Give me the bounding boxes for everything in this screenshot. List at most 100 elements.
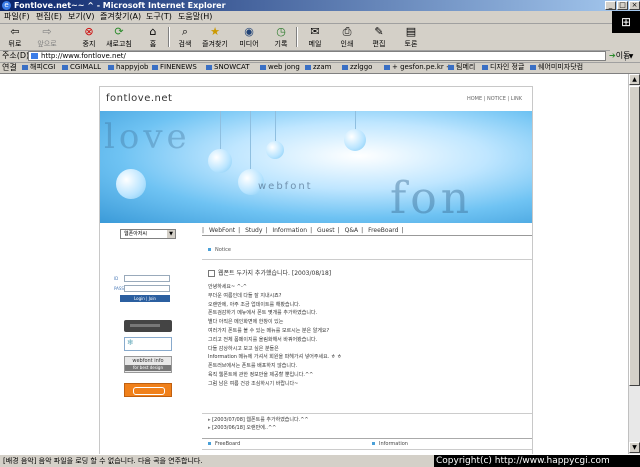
link-item[interactable]: 팀메리 xyxy=(448,62,475,73)
bulb-icon xyxy=(344,129,366,151)
nav-information[interactable]: Information xyxy=(272,227,307,234)
title-bar: e Fontlove.net~~ ^ - Microsoft Internet … xyxy=(0,0,640,11)
notice-list: [2003/07/08] 웹폰트를 추가하였습니다.^^ [2003/06/18… xyxy=(208,416,309,432)
gray-banner[interactable] xyxy=(124,320,172,332)
banner-text-fon: fon xyxy=(390,173,474,223)
site-logo[interactable]: fontlove.net xyxy=(106,93,172,104)
site-frame: fontlove.net HOME | NOTICE | LINK love w… xyxy=(99,86,533,454)
post-title[interactable]: 웹폰트 두가지 추가했습니다. [2003/08/18] xyxy=(208,268,528,277)
freeboard-header[interactable]: FreeBoard xyxy=(208,441,240,447)
chevron-down-icon: ▼ xyxy=(167,230,175,238)
list-item[interactable]: [2003/07/08] 웹폰트를 추가하였습니다.^^ xyxy=(208,416,308,424)
link-item[interactable]: SNOWCAT xyxy=(206,62,250,73)
menu-view[interactable]: 보기(V) xyxy=(68,12,94,22)
information-header[interactable]: Information xyxy=(372,441,408,447)
menu-favorites[interactable]: 즐겨찾기(A) xyxy=(100,12,141,22)
login-pass-input[interactable] xyxy=(124,285,170,292)
notice-header[interactable]: Notice xyxy=(208,247,231,253)
post-line: 그리고 전체 폼페이지를 올림화해서 바꿔어봤습니다. xyxy=(208,336,318,343)
link-item[interactable]: web jong xyxy=(260,62,300,73)
nav-study[interactable]: Study xyxy=(245,227,262,234)
site-select[interactable]: 웹폰아저씨 ▼ xyxy=(120,229,176,239)
link-item[interactable]: + gesfon.pe.kr + xyxy=(384,62,452,73)
post-line: 오랜만에, 아주 조금 업데이트를 해봤습니다. xyxy=(208,301,301,308)
login-pass-label: PASS xyxy=(114,286,124,291)
history-icon: ◷ xyxy=(276,25,286,38)
favorites-button[interactable]: ★ 즐겨찾기 xyxy=(202,25,228,48)
menu-edit[interactable]: 편집(E) xyxy=(36,12,62,22)
link-item[interactable]: zzam xyxy=(305,62,331,73)
page-icon xyxy=(31,53,38,59)
link-item[interactable]: 디자인 정글 xyxy=(482,62,524,73)
back-button[interactable]: ⇦ 뒤로 xyxy=(2,25,28,48)
nav-qna[interactable]: Q&A xyxy=(345,227,359,234)
link-item[interactable]: zzlggo xyxy=(342,62,372,73)
menu-tools[interactable]: 도구(T) xyxy=(146,12,172,22)
menu-bar: 파일(F) 편집(E) 보기(V) 즐겨찾기(A) 도구(T) 도움말(H) xyxy=(0,11,640,24)
scroll-thumb[interactable] xyxy=(629,86,640,386)
go-arrow-icon: ➔ xyxy=(609,51,616,60)
notice-post: 웹폰트 두가지 추가했습니다. [2003/08/18] 안녕하세요~ ^-^ … xyxy=(208,268,528,389)
menu-file[interactable]: 파일(F) xyxy=(4,12,30,22)
minimize-button[interactable]: _ xyxy=(605,1,616,10)
page-content: fontlove.net HOME | NOTICE | LINK love w… xyxy=(0,74,628,454)
post-line: 별다 아직은 메인화면에 한창이 있는 xyxy=(208,319,284,326)
scroll-up-icon[interactable]: ▲ xyxy=(629,74,640,85)
search-button[interactable]: ⌕ 검색 xyxy=(172,25,198,48)
search-icon: ⌕ xyxy=(181,25,189,38)
top-links[interactable]: HOME | NOTICE | LINK xyxy=(467,96,522,102)
site-nav: | WebFont | Study | Information | Guest | Q&… xyxy=(202,227,404,234)
post-line: 그럼 남은 여름 건강 조심하시기 바랍니다~ xyxy=(208,380,299,387)
orange-banner[interactable] xyxy=(124,383,172,397)
link-item[interactable]: 해피CGI xyxy=(22,62,55,73)
link-item[interactable]: FINENEWS xyxy=(152,62,197,73)
post-line: 폰트러브에서는 폰트를 배포하지 않습니다. xyxy=(208,363,298,370)
copyright-watermark: Copyright(c) http://www.happycgi.com xyxy=(434,455,640,467)
go-button[interactable]: ➔이동 xyxy=(609,50,630,62)
maximize-button[interactable]: □ xyxy=(617,1,628,10)
ie-logo-icon: e xyxy=(2,1,11,10)
link-item[interactable]: happyjob xyxy=(108,62,148,73)
status-bar: [배경 음악] 음악 파일을 로딩 할 수 없습니다. 다음 곡을 연주합니다.… xyxy=(0,454,640,467)
login-id-input[interactable] xyxy=(124,275,170,282)
mail-button[interactable]: ✉ 메일 xyxy=(302,25,328,48)
toolbar: ⇦ 뒤로 ⇨ 앞으로 ⊗ 중지 ⟳ 새로고침 ⌂ 홈 ⌕ 검색 ★ 즐겨찾기 ◉ 미디어 ◷ 기록… xyxy=(0,24,610,51)
post-line: Information 메뉴에 가셔서 회원을 파헤가셔 넣어주세요. ㅎ ㅎ xyxy=(208,354,342,361)
link-item[interactable]: CGIMALL xyxy=(62,62,101,73)
edit-button[interactable]: ✎ 편집 xyxy=(366,25,392,48)
stop-icon: ⊗ xyxy=(84,25,94,38)
close-button[interactable]: × xyxy=(629,1,640,10)
menu-help[interactable]: 도움말(H) xyxy=(178,12,212,22)
media-button[interactable]: ◉ 미디어 xyxy=(236,25,262,48)
address-input[interactable]: http://www.fontlove.net/ ▼ xyxy=(28,51,636,61)
forward-arrow-icon: ⇨ xyxy=(42,25,52,38)
favorites-star-icon: ★ xyxy=(210,25,220,38)
forward-button[interactable]: ⇨ 앞으로 xyxy=(34,25,60,48)
nav-webfont[interactable]: WebFont xyxy=(209,227,235,234)
home-button[interactable]: ⌂ 홈 xyxy=(140,25,166,48)
home-icon: ⌂ xyxy=(149,25,157,38)
bulb-icon xyxy=(208,149,232,173)
login-join-button[interactable]: Login | Join xyxy=(120,295,170,302)
history-button[interactable]: ◷ 기록 xyxy=(268,25,294,48)
media-icon: ◉ xyxy=(244,25,254,38)
windows-logo-icon: ⊞ xyxy=(612,11,640,33)
list-item[interactable]: [2003/06/18] 오랜만에..^^ xyxy=(208,424,309,432)
refresh-button[interactable]: ⟳ 새로고침 xyxy=(106,25,132,48)
discuss-button[interactable]: ▤ 토론 xyxy=(398,25,424,48)
bulb-icon xyxy=(116,169,146,199)
nav-freeboard[interactable]: FreeBoard xyxy=(368,227,398,234)
back-arrow-icon: ⇦ xyxy=(10,25,20,38)
snowflake-banner[interactable] xyxy=(124,337,172,351)
print-button[interactable]: ⎙ 인쇄 xyxy=(334,25,360,48)
webfont-info-badge[interactable]: webfont info for best design xyxy=(124,356,172,373)
address-url: http://www.fontlove.net/ xyxy=(41,52,126,60)
link-item[interactable]: 쉐어미미자닷컴 xyxy=(530,62,583,73)
edit-icon: ✎ xyxy=(374,25,384,38)
scroll-down-icon[interactable]: ▼ xyxy=(629,442,640,453)
stop-button[interactable]: ⊗ 중지 xyxy=(76,25,102,48)
nav-guest[interactable]: Guest xyxy=(317,227,335,234)
banner-webfont-text: webfont xyxy=(258,181,313,192)
banner-image: love webfont fon xyxy=(100,111,532,223)
vertical-scrollbar[interactable]: ▲ ▼ xyxy=(628,74,640,454)
